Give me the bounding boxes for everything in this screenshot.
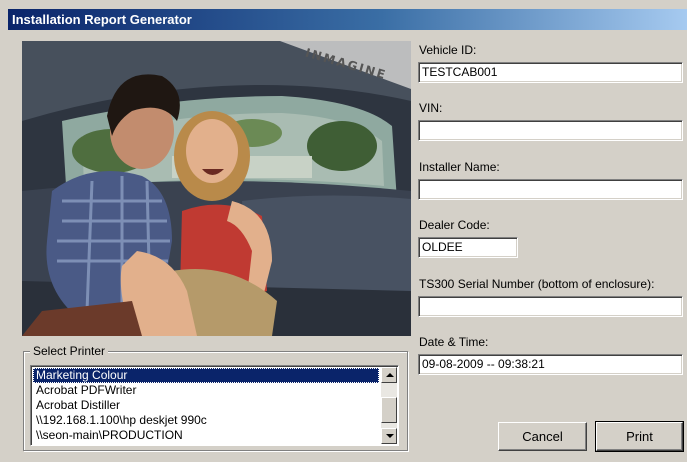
serial-number-input[interactable] — [418, 296, 683, 317]
installation-report-window: Installation Report Generator INMAGINE V… — [0, 0, 687, 462]
scroll-thumb[interactable] — [381, 397, 397, 423]
scroll-down-arrow-icon — [386, 434, 394, 438]
dealer-code-input[interactable]: OLDEE — [418, 237, 518, 258]
print-button[interactable]: Print — [595, 421, 684, 452]
window-title: Installation Report Generator — [12, 12, 192, 27]
select-printer-label: Select Printer — [30, 344, 109, 358]
printer-item[interactable]: Acrobat Distiller — [33, 398, 379, 413]
scroll-up-button[interactable] — [381, 367, 397, 383]
installer-name-input[interactable] — [418, 179, 683, 200]
dealer-code-label: Dealer Code: — [419, 218, 490, 232]
printer-item[interactable]: Acrobat PDFWriter — [33, 383, 379, 398]
printer-listbox[interactable]: Marketing Colour Acrobat PDFWriter Acrob… — [30, 365, 399, 446]
printer-list-scrollbar[interactable] — [381, 367, 397, 444]
vehicle-id-input[interactable]: TESTCAB001 — [418, 62, 683, 83]
cancel-button[interactable]: Cancel — [498, 422, 587, 451]
installer-name-label: Installer Name: — [419, 160, 500, 174]
vin-input[interactable] — [418, 120, 683, 141]
printer-item[interactable]: Marketing Colour — [33, 368, 379, 383]
serial-number-label: TS300 Serial Number (bottom of enclosure… — [419, 277, 655, 291]
title-bar: Installation Report Generator — [8, 9, 687, 30]
promo-photo: INMAGINE — [22, 41, 411, 336]
printer-item[interactable]: \\seon-main\PRODUCTION — [33, 428, 379, 443]
scroll-up-arrow-icon — [386, 373, 394, 377]
vehicle-id-label: Vehicle ID: — [419, 43, 477, 57]
vin-label: VIN: — [419, 101, 443, 115]
scroll-down-button[interactable] — [381, 428, 397, 444]
date-time-label: Date & Time: — [419, 335, 489, 349]
printer-item[interactable]: \\192.168.1.100\hp deskjet 990c — [33, 413, 379, 428]
date-time-input[interactable]: 09-08-2009 -- 09:38:21 — [418, 354, 683, 375]
